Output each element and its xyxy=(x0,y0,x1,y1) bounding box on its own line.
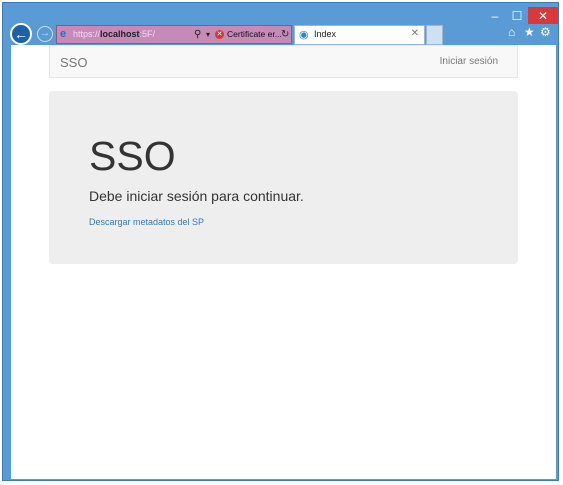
tab-index[interactable]: ◉ Index ✕ xyxy=(294,25,425,45)
url-path: :5F/ xyxy=(139,29,156,39)
close-tab-icon[interactable]: ✕ xyxy=(411,28,419,39)
forward-button[interactable]: → xyxy=(37,26,53,42)
refresh-icon[interactable]: ↻ xyxy=(281,26,289,43)
url-text[interactable]: https://localhost:5F/ xyxy=(73,26,155,43)
ie-icon: e xyxy=(60,28,67,40)
browser-window: – ☐ ✕ ← → e https://localhost:5F/ ⚲ ▾ ✕ … xyxy=(2,2,559,481)
favorites-icon[interactable]: ★ xyxy=(524,25,535,39)
login-link[interactable]: Iniciar sesión xyxy=(440,56,498,67)
navbar-brand[interactable]: SSO xyxy=(60,55,87,70)
maximize-button[interactable]: ☐ xyxy=(506,7,528,25)
jumbotron: SSO Debe iniciar sesión para continuar. … xyxy=(49,91,518,264)
download-metadata-link[interactable]: Descargar metadatos del SP xyxy=(89,217,204,227)
back-button[interactable]: ← xyxy=(10,23,32,45)
cert-error-label[interactable]: Certificate er... xyxy=(227,26,282,43)
cert-error-icon[interactable]: ✕ xyxy=(215,30,224,39)
url-scheme: https:// xyxy=(73,29,101,39)
close-window-button[interactable]: ✕ xyxy=(528,7,558,24)
arrow-left-icon: ← xyxy=(14,26,28,42)
arrow-right-icon: → xyxy=(40,28,50,39)
chevron-down-icon[interactable]: ▾ xyxy=(206,26,210,43)
ie-page-icon: ◉ xyxy=(299,29,309,41)
search-icon[interactable]: ⚲ xyxy=(194,26,201,43)
new-tab-button[interactable] xyxy=(426,25,443,45)
page-title: SSO xyxy=(89,133,176,179)
home-icon[interactable]: ⌂ xyxy=(508,25,515,39)
minimize-button[interactable]: – xyxy=(484,7,506,25)
page-content: SSO Iniciar sesión SSO Debe iniciar sesi… xyxy=(11,45,556,479)
site-navbar: SSO Iniciar sesión xyxy=(49,45,518,78)
url-host: localhost xyxy=(100,29,140,39)
address-bar[interactable]: e https://localhost:5F/ ⚲ ▾ ✕ Certificat… xyxy=(56,25,292,44)
tab-label: Index xyxy=(314,29,337,39)
lead-text: Debe iniciar sesión para continuar. xyxy=(89,188,304,204)
settings-icon[interactable]: ⚙ xyxy=(540,25,551,39)
